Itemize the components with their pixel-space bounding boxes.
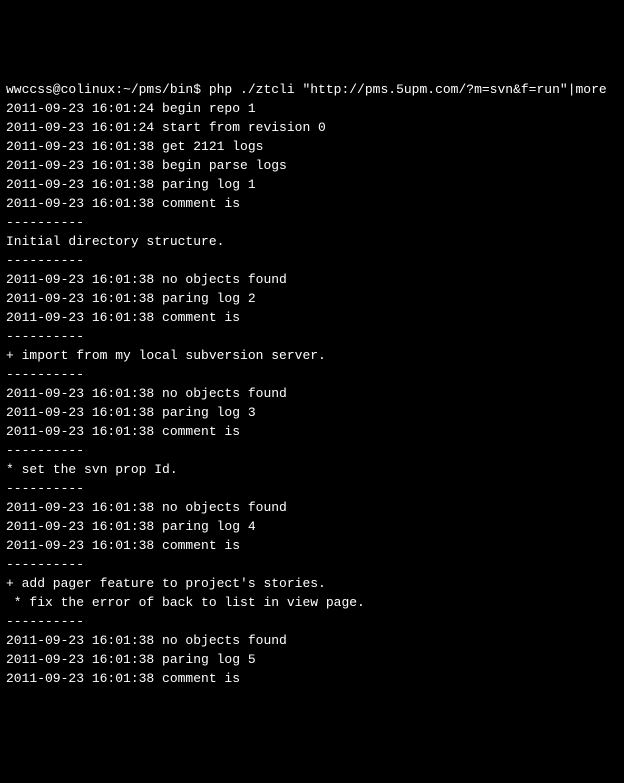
terminal-line: 2011-09-23 16:01:24 start from revision … [6, 118, 618, 137]
terminal-line: 2011-09-23 16:01:38 no objects found [6, 270, 618, 289]
terminal-line: * fix the error of back to list in view … [6, 593, 618, 612]
terminal-line: 2011-09-23 16:01:38 no objects found [6, 631, 618, 650]
terminal-line: 2011-09-23 16:01:38 comment is [6, 194, 618, 213]
terminal-line: 2011-09-23 16:01:38 comment is [6, 308, 618, 327]
terminal-line: 2011-09-23 16:01:38 paring log 3 [6, 403, 618, 422]
terminal-line: 2011-09-23 16:01:38 comment is [6, 669, 618, 688]
terminal-line: + add pager feature to project's stories… [6, 574, 618, 593]
terminal-output: wwccss@colinux:~/pms/bin$ php ./ztcli "h… [6, 80, 618, 688]
terminal-line: 2011-09-23 16:01:38 paring log 2 [6, 289, 618, 308]
terminal-line: 2011-09-23 16:01:38 no objects found [6, 498, 618, 517]
terminal-line: ---------- [6, 555, 618, 574]
terminal-line: ---------- [6, 612, 618, 631]
terminal-line: 2011-09-23 16:01:24 begin repo 1 [6, 99, 618, 118]
terminal-line: 2011-09-23 16:01:38 begin parse logs [6, 156, 618, 175]
terminal-line: 2011-09-23 16:01:38 comment is [6, 536, 618, 555]
terminal-line: 2011-09-23 16:01:38 paring log 5 [6, 650, 618, 669]
terminal-line: ---------- [6, 327, 618, 346]
terminal-line: 2011-09-23 16:01:38 get 2121 logs [6, 137, 618, 156]
terminal-prompt-line: wwccss@colinux:~/pms/bin$ php ./ztcli "h… [6, 80, 618, 99]
terminal-line: ---------- [6, 365, 618, 384]
terminal-line: 2011-09-23 16:01:38 paring log 1 [6, 175, 618, 194]
terminal-line: ---------- [6, 441, 618, 460]
terminal-line: Initial directory structure. [6, 232, 618, 251]
terminal-line: 2011-09-23 16:01:38 no objects found [6, 384, 618, 403]
terminal-line: ---------- [6, 479, 618, 498]
terminal-line: 2011-09-23 16:01:38 paring log 4 [6, 517, 618, 536]
terminal-line: 2011-09-23 16:01:38 comment is [6, 422, 618, 441]
terminal-line: ---------- [6, 251, 618, 270]
terminal-line: ---------- [6, 213, 618, 232]
terminal-line: * set the svn prop Id. [6, 460, 618, 479]
terminal-line: + import from my local subversion server… [6, 346, 618, 365]
